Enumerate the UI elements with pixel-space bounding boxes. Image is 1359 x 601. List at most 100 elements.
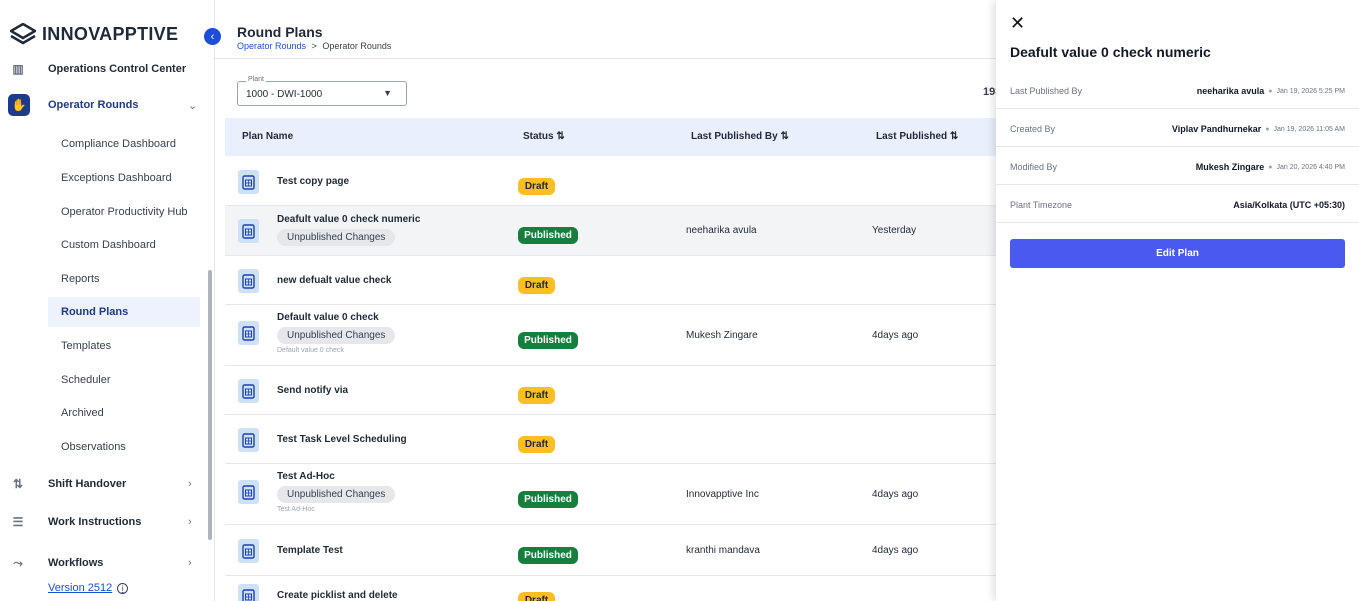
edit-plan-button[interactable]: Edit Plan xyxy=(1010,239,1345,268)
chevron-right-icon: › xyxy=(188,516,192,528)
control-center-icon: ▥ xyxy=(12,62,24,76)
column-last-published-by[interactable]: Last Published By ⇅ xyxy=(691,131,789,142)
last-published-by: neeharika avula xyxy=(686,225,757,236)
table-row[interactable]: Template Test Published kranthi mandava 4da… xyxy=(225,525,1005,576)
panel-detail-row: Plant Timezone Asia/Kolkata (UTC +05:30) xyxy=(996,186,1359,223)
detail-value: Viplav Pandhurnekar ● Jan 19, 2026 11:05 A… xyxy=(1172,124,1345,134)
column-last-published[interactable]: Last Published ⇅ xyxy=(876,131,958,142)
table-row[interactable]: Test copy page Draft xyxy=(225,157,1005,206)
sidebar-item-operations-control-center[interactable]: ▥ Operations Control Center xyxy=(0,61,215,77)
table-row[interactable]: Test Task Level Scheduling Draft xyxy=(225,415,1005,464)
sidebar-subitem-operator-productivity-hub[interactable]: Operator Productivity Hub xyxy=(48,197,200,227)
breadcrumb: Operator Rounds > Operator Rounds xyxy=(237,41,391,51)
breadcrumb-link[interactable]: Operator Rounds xyxy=(237,41,306,51)
detail-name: Mukesh Zingare xyxy=(1195,162,1265,172)
detail-label: Created By xyxy=(1010,124,1056,134)
brand-logo: INNOVAPPTIVE xyxy=(10,22,178,46)
plant-select-value: 1000 - DWI-1000 xyxy=(246,89,323,100)
plant-select[interactable]: Plant 1000 - DWI-1000 ▼ xyxy=(237,76,407,106)
panel-detail-row: Created By Viplav Pandhurnekar ● Jan 19, 20… xyxy=(996,110,1359,147)
plan-name: Create picklist and delete xyxy=(277,590,398,601)
brand-name: INNOVAPPTIVE xyxy=(42,23,179,44)
chevron-right-icon: › xyxy=(188,478,192,490)
detail-date: Jan 19, 2026 5:25 PM xyxy=(1276,87,1346,95)
plan-description: Default value 0 check xyxy=(277,347,344,354)
plan-description: Test Ad-Hoc xyxy=(277,506,315,513)
detail-name: Asia/Kolkata (UTC +05:30) xyxy=(1233,200,1345,210)
detail-label: Last Published By xyxy=(1010,86,1083,96)
sidebar-item-operator-rounds[interactable]: ✋ Operator Rounds ⌄ xyxy=(0,93,215,117)
sidebar-item-workflows[interactable]: ⤳ Workflows › xyxy=(0,555,215,571)
separator-dot: ● xyxy=(1268,163,1273,171)
sidebar-subitem-reports[interactable]: Reports xyxy=(48,264,200,294)
plan-icon xyxy=(238,219,259,243)
table-row[interactable]: Send notify via Draft xyxy=(225,366,1005,415)
table-row[interactable]: new defualt value check Draft xyxy=(225,256,1005,305)
chevron-left-icon: ‹ xyxy=(210,30,215,43)
last-published-by: Innovapptive Inc xyxy=(686,489,759,500)
work-instructions-icon: ☰ xyxy=(12,515,24,529)
detail-value: Asia/Kolkata (UTC +05:30) xyxy=(1233,200,1345,210)
last-published: 4days ago xyxy=(872,330,919,341)
chevron-right-icon: › xyxy=(188,557,192,569)
version-link[interactable]: Version 2512 i xyxy=(48,582,129,594)
sidebar-subitem-compliance-dashboard[interactable]: Compliance Dashboard xyxy=(48,129,200,159)
sidebar-scrollbar[interactable] xyxy=(208,270,212,540)
status-badge: Published xyxy=(518,547,578,564)
panel-title: Deafult value 0 check numeric xyxy=(1010,44,1211,60)
column-plan-name[interactable]: Plan Name xyxy=(242,131,293,142)
caret-down-icon: ▼ xyxy=(383,88,392,98)
detail-value: Mukesh Zingare ● Jan 20, 2026 4:40 PM xyxy=(1196,162,1345,172)
plan-icon xyxy=(238,170,259,194)
separator-dot: ● xyxy=(1265,125,1270,133)
detail-date: Jan 19, 2026 11:05 AM xyxy=(1273,125,1345,133)
sidebar: INNOVAPPTIVE ▥ Operations Control Center… xyxy=(0,0,215,601)
sidebar-subitem-archived[interactable]: Archived xyxy=(48,398,200,428)
plan-icon xyxy=(238,269,259,293)
column-status[interactable]: Status ⇅ xyxy=(523,131,565,142)
status-badge: Draft xyxy=(518,277,555,294)
plan-icon xyxy=(238,428,259,452)
last-published-by: kranthi mandava xyxy=(686,545,760,556)
breadcrumb-current: Operator Rounds xyxy=(322,41,392,51)
collapse-sidebar-button[interactable]: ‹ xyxy=(204,28,221,45)
sidebar-item-shift-handover[interactable]: ⇅ Shift Handover › xyxy=(0,476,215,492)
panel-detail-row: Modified By Mukesh Zingare ● Jan 20, 2026 4… xyxy=(996,148,1359,185)
page-title: Round Plans xyxy=(237,24,323,40)
table-row[interactable]: Default value 0 check Unpublished Changes… xyxy=(225,305,1005,366)
plan-name: Default value 0 check xyxy=(277,312,379,323)
plan-icon xyxy=(238,379,259,403)
plant-select-label: Plant xyxy=(246,76,266,83)
chevron-down-icon: ⌄ xyxy=(188,99,198,112)
table-row[interactable]: Create picklist and delete Draft xyxy=(225,576,1005,601)
table-row[interactable]: Deafult value 0 check numeric Unpublished… xyxy=(225,206,1005,256)
plan-name: Test Ad-Hoc xyxy=(277,471,335,482)
sidebar-subitem-templates[interactable]: Templates xyxy=(48,331,200,361)
plan-name: Deafult value 0 check numeric xyxy=(277,214,421,225)
plan-name: Test Task Level Scheduling xyxy=(277,434,407,445)
close-icon[interactable]: ✕ xyxy=(1010,14,1025,32)
table-header: Plan Name Status ⇅ Last Published By ⇅ L… xyxy=(225,118,1005,156)
workflows-icon: ⤳ xyxy=(13,555,23,570)
sidebar-subitem-observations[interactable]: Observations xyxy=(48,432,200,462)
table-row[interactable]: Test Ad-Hoc Unpublished Changes Test Ad-Ho… xyxy=(225,464,1005,525)
unpublished-changes-chip: Unpublished Changes xyxy=(277,486,396,503)
breadcrumb-separator: > xyxy=(311,41,317,51)
last-published: 4days ago xyxy=(872,545,919,556)
detail-name: neeharika avula xyxy=(1196,86,1265,96)
sidebar-subitem-round-plans[interactable]: Round Plans xyxy=(48,297,200,327)
sidebar-item-work-instructions[interactable]: ☰ Work Instructions › xyxy=(0,514,215,530)
status-badge: Draft xyxy=(518,436,555,453)
detail-label: Plant Timezone xyxy=(1010,200,1073,210)
status-badge: Draft xyxy=(518,387,555,404)
plan-icon xyxy=(238,539,259,563)
sidebar-subitem-exceptions-dashboard[interactable]: Exceptions Dashboard xyxy=(48,163,200,193)
last-published: 4days ago xyxy=(872,489,919,500)
operator-rounds-icon: ✋ xyxy=(8,94,30,116)
sidebar-subitem-scheduler[interactable]: Scheduler xyxy=(48,365,200,395)
sidebar-subitem-custom-dashboard[interactable]: Custom Dashboard xyxy=(48,230,200,260)
plan-icon xyxy=(238,480,259,504)
unpublished-changes-chip: Unpublished Changes xyxy=(277,327,396,344)
status-badge: Draft xyxy=(518,178,555,195)
info-icon[interactable]: i xyxy=(117,582,129,594)
